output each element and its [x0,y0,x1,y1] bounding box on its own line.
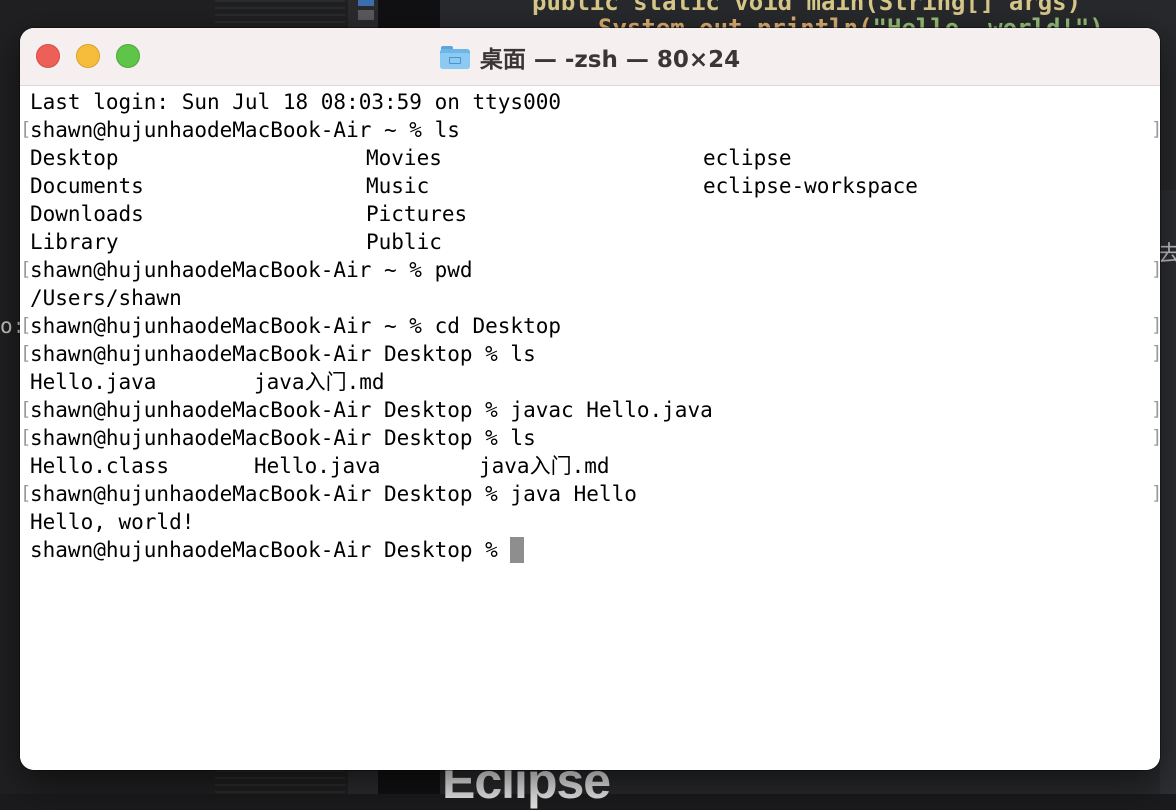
output-line: /Users/shawn [30,286,182,310]
file-entry: eclipse [703,146,792,170]
title-bar[interactable]: 桌面 — -zsh — 80×24 [20,28,1160,86]
mark-bracket-left: [ [20,482,32,504]
window-title: 桌面 — -zsh — 80×24 [479,46,741,73]
mark-bracket-right: ] [1151,312,1160,340]
prompt-line: shawn@hujunhaodeMacBook-Air ~ % pwd [30,258,473,282]
mark-bracket-right: ] [1151,480,1160,508]
prompt-line: shawn@hujunhaodeMacBook-Air Desktop % ja… [30,398,713,422]
terminal-window: 桌面 — -zsh — 80×24 Last login: Sun Jul 18… [20,28,1160,770]
file-entry: java入门.md [479,454,610,478]
prompt-line: shawn@hujunhaodeMacBook-Air Desktop % ls [30,426,536,450]
mark-bracket-right: ] [1151,396,1160,424]
file-entry: Desktop [30,146,119,170]
file-entry: Movies [366,146,442,170]
output-line: Hello, world! [30,510,195,534]
file-entry: Public [366,230,442,254]
file-entry: Hello.java [30,370,157,394]
file-entry: Downloads [30,202,144,226]
prompt-line: shawn@hujunhaodeMacBook-Air ~ % cd Deskt… [30,314,562,338]
file-entry: Library [30,230,119,254]
mark-bracket-right: ] [1151,256,1160,284]
output-line: Last login: Sun Jul 18 08:03:59 on ttys0… [30,90,562,114]
mark-bracket-left: [ [20,342,32,364]
text-cursor [510,536,525,563]
mark-bracket-left: [ [20,314,32,336]
mark-bracket-left: [ [20,258,32,280]
file-entry: java入门.md [254,370,385,394]
file-entry: Hello.java [254,454,381,478]
file-entry: Documents [30,174,144,198]
prompt-line: shawn@hujunhaodeMacBook-Air ~ % ls [30,118,460,142]
window-title-group: 桌面 — -zsh — 80×24 [20,28,1160,85]
mark-bracket-left: [ [20,426,32,448]
prompt-text: shawn@hujunhaodeMacBook-Air Desktop % [30,538,511,562]
file-entry: Pictures [366,202,468,226]
file-entry: Hello.class [30,454,170,478]
file-entry: eclipse-workspace [703,174,918,198]
background-edge-glyph: 去 [1158,242,1176,267]
current-prompt-line[interactable]: shawn@hujunhaodeMacBook-Air Desktop % [30,536,525,564]
mark-bracket-left: [ [20,118,32,140]
prompt-line: shawn@hujunhaodeMacBook-Air Desktop % ja… [30,482,637,506]
mark-bracket-right: ] [1151,424,1160,452]
prompt-line: shawn@hujunhaodeMacBook-Air Desktop % ls [30,342,536,366]
mark-bracket-right: ] [1151,340,1160,368]
mark-bracket-right: ] [1151,116,1160,144]
file-entry: Music [366,174,430,198]
folder-icon [439,45,470,69]
mark-bracket-left: [ [20,398,32,420]
terminal-content[interactable]: Last login: Sun Jul 18 08:03:59 on ttys0… [20,86,1160,770]
